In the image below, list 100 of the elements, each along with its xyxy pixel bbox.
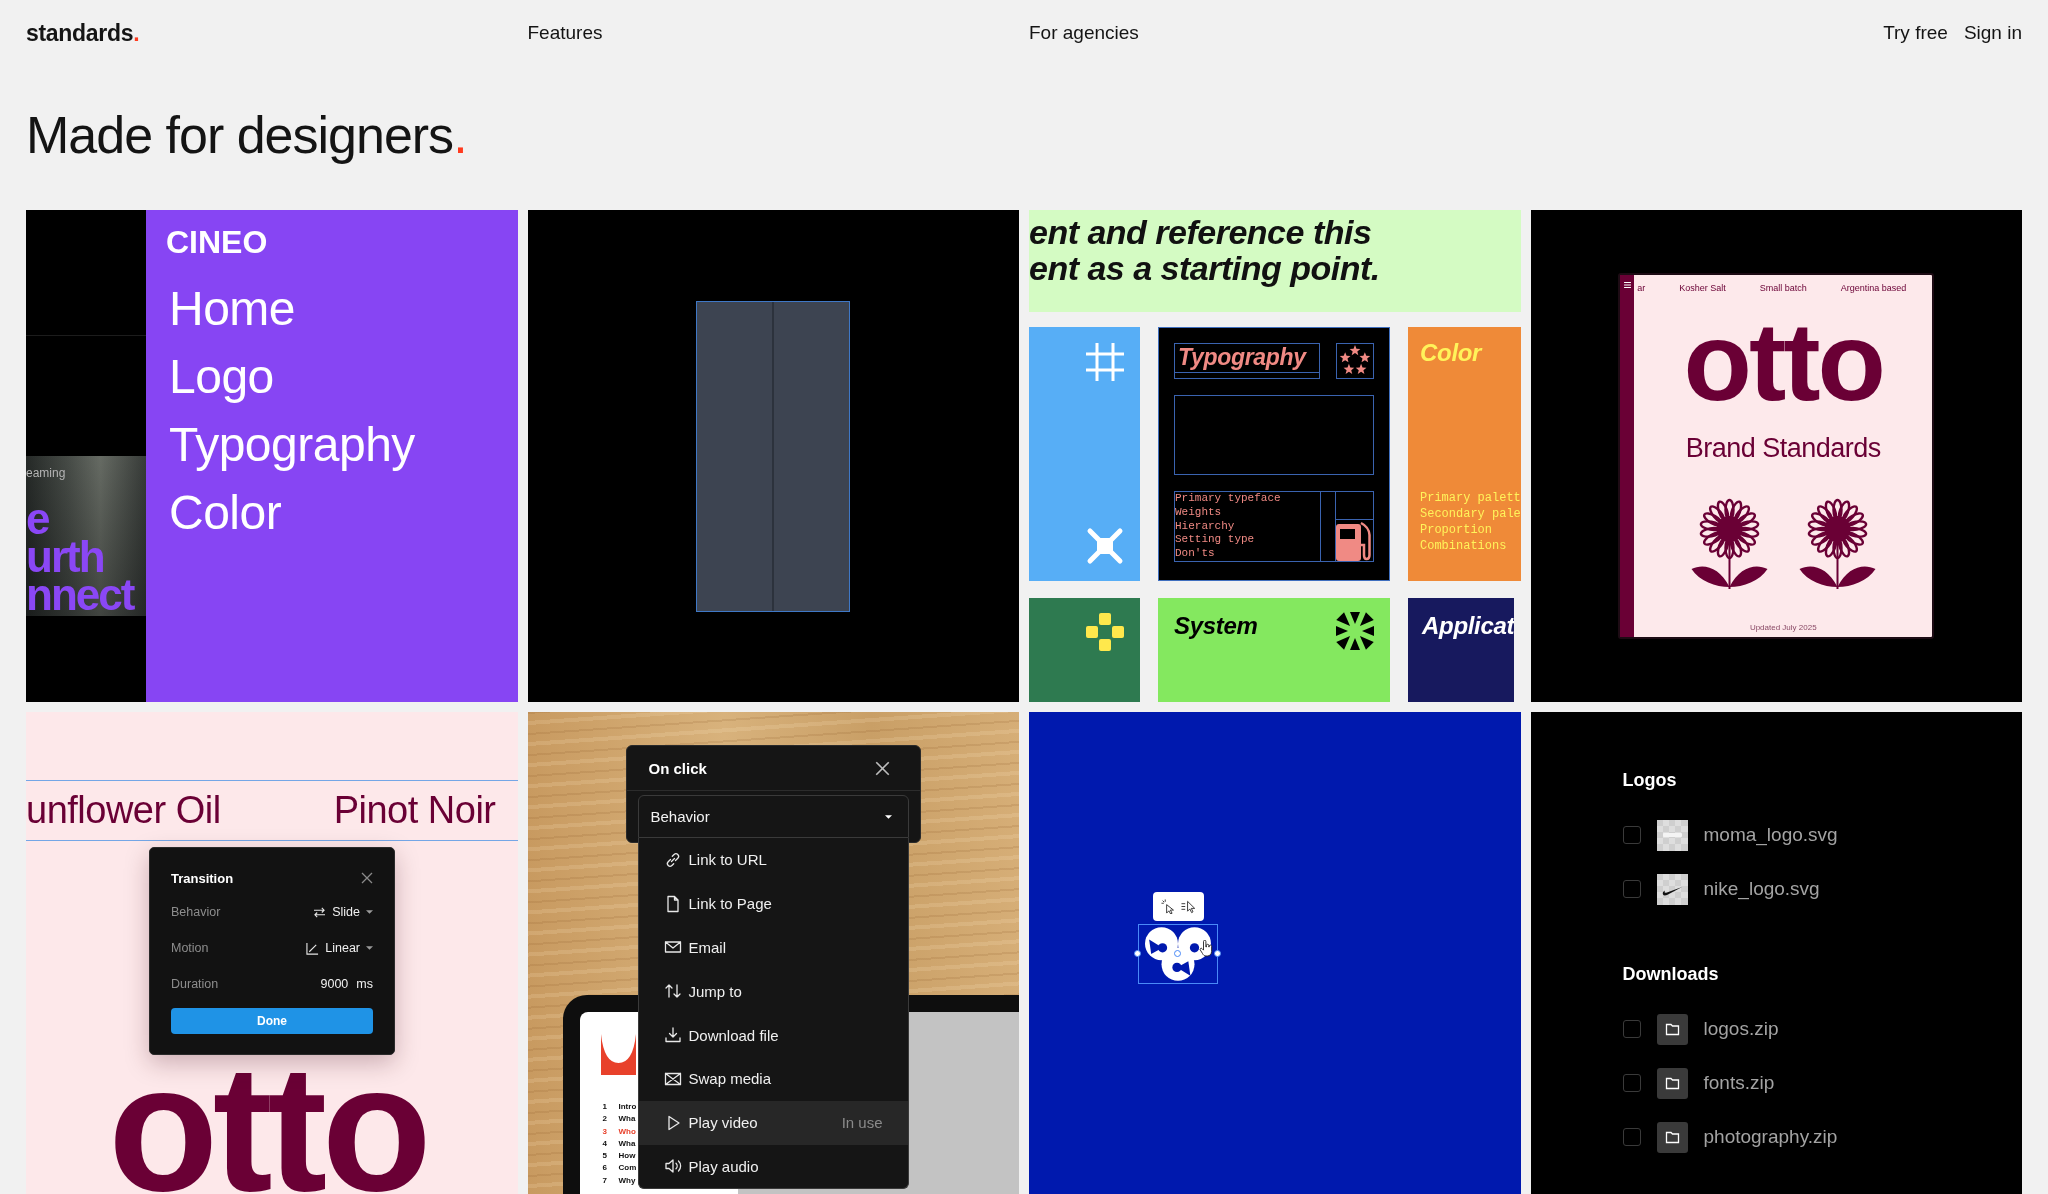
menu-option[interactable]: Link to Page — [638, 881, 908, 926]
linear-graph-icon — [306, 941, 320, 955]
caret-icon — [884, 814, 892, 819]
nav-link[interactable]: Try free — [1883, 22, 1948, 44]
card-title: Typography — [1178, 344, 1306, 370]
close-icon[interactable] — [874, 760, 890, 776]
dropdown-select[interactable]: Linear — [306, 941, 373, 955]
swoosh-thumbnail-icon — [1656, 873, 1688, 905]
folder-icon — [1656, 1067, 1688, 1099]
backdrop-wordmark: otto — [108, 1060, 428, 1194]
list-item: Weights — [1175, 505, 1223, 520]
section-heading: Logos — [1622, 769, 1677, 791]
checkbox[interactable] — [1622, 1020, 1641, 1038]
list-item: Proportion — [1420, 522, 1493, 538]
checkbox[interactable] — [1622, 1128, 1641, 1146]
menu-link[interactable]: Home — [166, 275, 296, 343]
duration-field[interactable]: 9000 — [320, 977, 349, 991]
section-heading: Downloads — [1622, 963, 1719, 985]
logo-wordmark: otto — [1683, 306, 1883, 418]
loop-logo-icon — [1145, 927, 1211, 981]
resize-handle[interactable] — [1134, 950, 1141, 957]
list-entry[interactable]: Wha — [618, 1113, 636, 1126]
tag-text: Argentina based — [1840, 283, 1907, 294]
card-title: Applicat — [1422, 612, 1515, 640]
download-icon — [663, 1026, 682, 1045]
nav-link[interactable]: For agencies — [1029, 22, 1139, 44]
nav-link[interactable]: Sign in — [1963, 22, 2022, 44]
menu-option[interactable]: Jump to — [638, 969, 908, 1014]
resize-handle[interactable] — [1174, 950, 1181, 957]
checkbox[interactable] — [1622, 1074, 1641, 1092]
resize-handle[interactable] — [1214, 950, 1221, 957]
list-item: Secondary pale — [1420, 506, 1521, 522]
list-entry[interactable]: Intro — [618, 1101, 637, 1114]
dropdown-select[interactable]: Slide — [313, 905, 373, 919]
brand-logo[interactable]: standards. — [26, 19, 140, 47]
fuel-pump-icon — [1336, 520, 1373, 561]
menu-icon[interactable] — [1623, 282, 1631, 288]
menu-link[interactable]: Typography — [166, 411, 415, 479]
click-pointer-icon[interactable] — [1161, 899, 1176, 914]
hand-cursor-icon — [1199, 940, 1213, 957]
list-number: 7 — [602, 1174, 608, 1187]
tag-text: Kosher Salt — [1679, 283, 1726, 294]
list-number: 6 — [602, 1162, 608, 1175]
list-entry[interactable]: Wha — [618, 1137, 636, 1151]
list-number: 3 — [602, 1125, 608, 1138]
dialog-title: Transition — [171, 870, 234, 886]
four-squares-icon — [1086, 613, 1124, 651]
usage-note: In use — [841, 1114, 883, 1132]
field-label: Behavior — [171, 905, 221, 919]
caret-icon — [366, 910, 373, 914]
headline-text: e urth nnect — [26, 500, 134, 614]
folder-icon — [1656, 1121, 1688, 1153]
menu-option[interactable]: Email — [638, 925, 908, 970]
list-entry[interactable]: Who — [618, 1125, 636, 1138]
list-entry[interactable]: Why — [618, 1174, 636, 1188]
arrows-inward-icon — [1336, 612, 1374, 650]
product-name: Pinot Noir — [333, 789, 496, 832]
nav-link[interactable]: Features — [527, 22, 603, 44]
file-name: nike_logo.svg — [1703, 878, 1820, 900]
field-label: Duration — [171, 977, 219, 991]
behavior-select[interactable]: Behavior — [637, 795, 909, 838]
product-name: unflower Oil — [26, 789, 221, 832]
menu-option[interactable]: Download file — [638, 1013, 908, 1057]
checkbox[interactable] — [1622, 880, 1641, 898]
list-item: Primary typeface — [1175, 492, 1282, 506]
motion-pointer-icon[interactable] — [1181, 899, 1196, 914]
file-name: logos.zip — [1703, 1018, 1779, 1040]
list-item: Primary palett — [1420, 490, 1521, 506]
caret-icon — [366, 946, 373, 950]
cross-icon — [1086, 527, 1124, 565]
list-number: 5 — [602, 1150, 608, 1163]
menu-option[interactable]: Link to URL — [638, 838, 908, 882]
card-title: Color — [1420, 339, 1482, 367]
list-item: Hierarchy — [1175, 519, 1236, 534]
hash-icon — [1086, 343, 1124, 381]
menu-option[interactable]: Play audio — [638, 1144, 908, 1189]
menu-option[interactable]: Play video In use — [638, 1100, 908, 1145]
tag-text: ar — [1637, 283, 1646, 294]
list-number: 2 — [602, 1113, 608, 1126]
close-icon[interactable] — [361, 872, 373, 884]
file-name: photography.zip — [1703, 1126, 1838, 1148]
menu-option[interactable]: Swap media — [638, 1057, 908, 1101]
list-number: 4 — [602, 1137, 608, 1150]
menu-link[interactable]: Color — [166, 479, 282, 547]
unit-label: ms — [356, 977, 373, 991]
checkered-thumbnail-icon — [1656, 819, 1688, 851]
tag-text: Small batch — [1759, 283, 1807, 294]
checkbox[interactable] — [1622, 826, 1641, 844]
file-name: moma_logo.svg — [1703, 824, 1838, 846]
cover-subtitle: Brand Standards — [1685, 433, 1881, 464]
folder-icon — [1656, 1013, 1688, 1045]
panel-title: On click — [648, 759, 707, 777]
list-number: 1 — [602, 1101, 608, 1113]
photo-caption: eaming — [26, 466, 66, 480]
list-item: Don'ts — [1175, 547, 1216, 561]
list-item: Combinations — [1420, 538, 1508, 554]
list-entry[interactable]: How — [618, 1150, 636, 1163]
file-name: fonts.zip — [1703, 1072, 1775, 1094]
list-entry[interactable]: Com — [618, 1162, 637, 1175]
menu-link[interactable]: Logo — [166, 343, 274, 411]
